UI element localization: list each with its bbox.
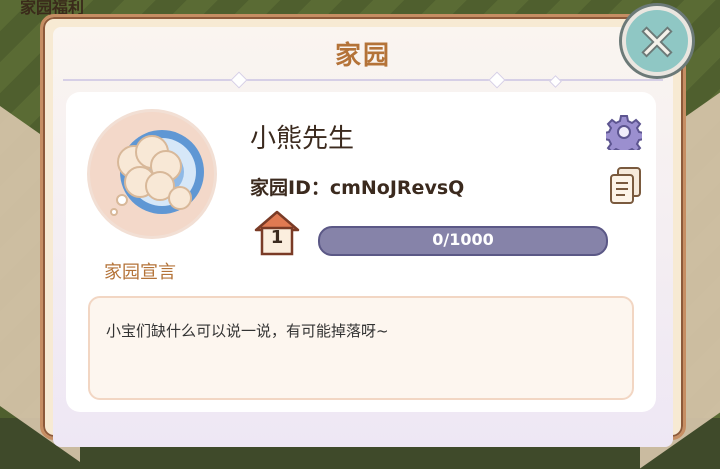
declaration-label: 家园宣言 [104, 262, 176, 283]
gear-icon [603, 115, 645, 157]
title-divider [63, 79, 663, 81]
close-icon [641, 26, 673, 58]
cloud-avatar-icon [110, 130, 204, 216]
experience-text: 0/1000 [432, 230, 494, 249]
experience-bar: 0/1000 [318, 226, 608, 256]
copy-button[interactable] [608, 166, 644, 206]
copy-icon [610, 167, 641, 204]
close-button[interactable] [622, 6, 692, 76]
player-name: 小熊先生 [250, 124, 355, 154]
declaration-box[interactable]: 小宝们缺什么可以说一说，有可能掉落呀~ [88, 296, 634, 400]
declaration-text: 小宝们缺什么可以说一说，有可能掉落呀~ [106, 322, 389, 340]
dialog-title: 家园 [334, 41, 391, 71]
settings-button[interactable] [603, 114, 645, 157]
home-id: 家园ID：cmNoJRevsQ [250, 177, 465, 199]
avatar[interactable] [90, 112, 214, 236]
level-number: 1 [270, 227, 284, 248]
